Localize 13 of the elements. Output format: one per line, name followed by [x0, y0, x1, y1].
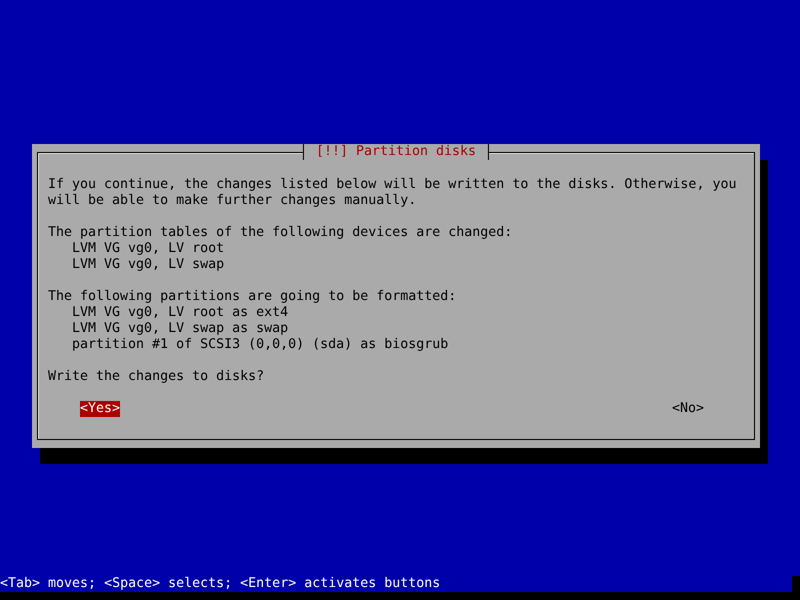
list-item: LVM VG vg0, LV swap — [71, 257, 226, 273]
list-item: LVM VG vg0, LV root as ext4 — [71, 305, 290, 321]
list-item: LVM VG vg0, LV swap as swap — [71, 321, 290, 337]
dialog-title: [!!] Partition disks — [302, 144, 490, 160]
yes-button[interactable]: <Yes> — [80, 401, 120, 417]
no-button[interactable]: <No> — [672, 401, 704, 417]
status-bar: <Tab> moves; <Space> selects; <Enter> activates buttons — [0, 576, 792, 592]
question-text: Write the changes to disks? — [48, 369, 266, 385]
section-heading: The following partitions are going to be formatted: — [48, 289, 458, 305]
section-heading: The partition tables of the following devices are changed: — [48, 225, 514, 241]
message-text: If you continue, the changes listed below will be written to the disks. Otherwise, you will be able to make further changes manually. — [48, 177, 738, 209]
list-item: partition #1 of SCSI3 (0,0,0) (sda) as biosgrub — [71, 337, 450, 353]
list-item: LVM VG vg0, LV root — [71, 241, 226, 257]
